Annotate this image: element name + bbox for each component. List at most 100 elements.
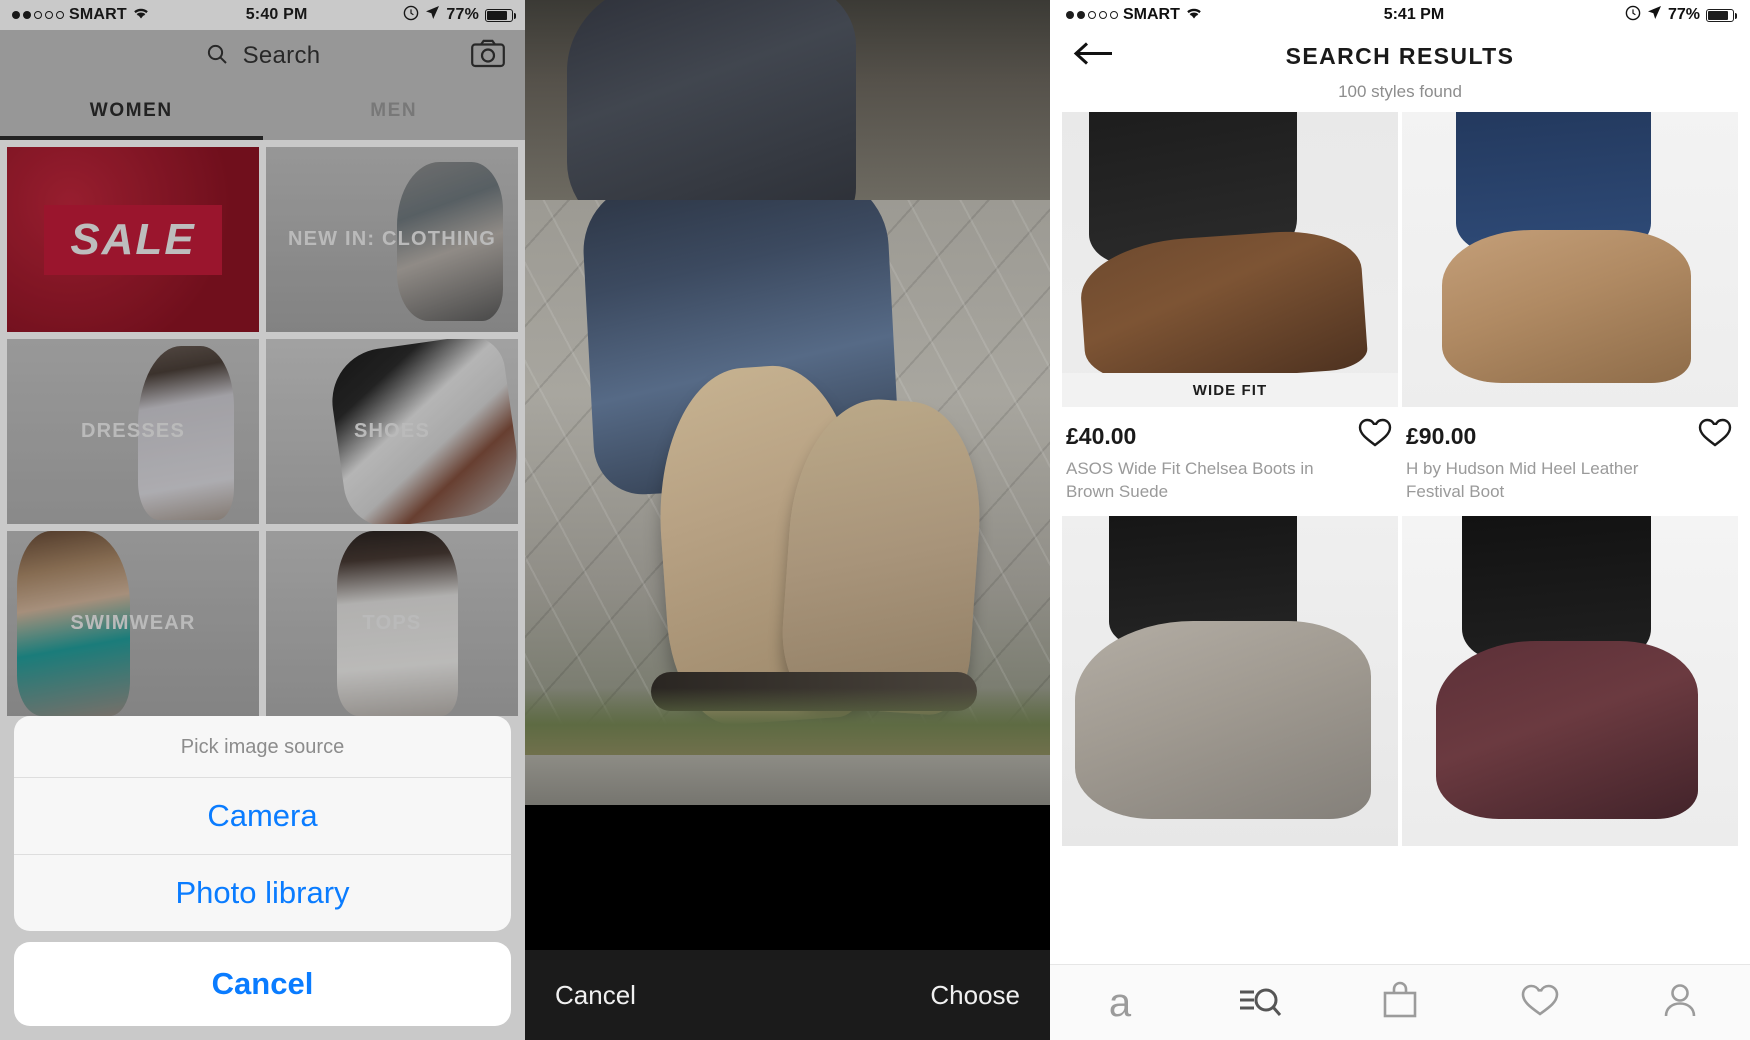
category-label: NEW IN: CLOTHING: [287, 228, 497, 250]
tab-account[interactable]: [1610, 981, 1750, 1024]
search-input[interactable]: Search: [243, 42, 321, 70]
product-price: £40.00: [1066, 423, 1137, 449]
photo-bottom-crop-area: [525, 755, 1050, 805]
product-photo: [1402, 112, 1738, 407]
product-price: £90.00: [1406, 423, 1477, 449]
results-count-label: 100 styles found: [1338, 82, 1462, 101]
tab-men-label: MEN: [370, 100, 418, 121]
heart-icon[interactable]: [1698, 417, 1732, 453]
signal-strength-icon: [12, 11, 64, 19]
status-bar: SMART 5:41 PM 77%: [1050, 0, 1750, 30]
search-icon: [205, 42, 229, 71]
product-name: ASOS Wide Fit Chelsea Boots in Brown Sue…: [1066, 459, 1314, 501]
tab-search[interactable]: [1190, 982, 1330, 1023]
tab-women-label: WOMEN: [89, 100, 173, 121]
category-tile-sale[interactable]: SALE: [7, 147, 259, 332]
product-card[interactable]: WIDE FIT £40.00 ASOS Wide Fit Chelsea Bo…: [1062, 112, 1398, 512]
gender-tabs: WOMEN MEN: [0, 82, 525, 140]
product-image[interactable]: [1402, 515, 1738, 846]
status-bar: SMART 5:40 PM 77%: [0, 0, 525, 30]
screenshot-stage: SMART 5:40 PM 77% Search WOMEN MEN SALE …: [0, 0, 1750, 1040]
product-photo: [1402, 515, 1738, 846]
tab-home[interactable]: a: [1050, 983, 1190, 1023]
category-label: DRESSES: [81, 420, 185, 442]
battery-percent-label: 77%: [446, 6, 479, 23]
search-bar-inner: Search: [205, 42, 321, 71]
product-grid: WIDE FIT £40.00 ASOS Wide Fit Chelsea Bo…: [1050, 112, 1750, 846]
product-name: H by Hudson Mid Heel Leather Festival Bo…: [1406, 459, 1639, 501]
clock: 5:41 PM: [1383, 6, 1445, 23]
product-photo: [1062, 112, 1398, 407]
bottom-tab-bar: a: [1050, 964, 1750, 1040]
action-cancel-button[interactable]: Cancel: [14, 942, 511, 1026]
location-arrow-icon: [425, 5, 440, 25]
grass-region: [525, 688, 1050, 755]
battery-icon: [1706, 8, 1737, 22]
back-arrow-icon[interactable]: [1072, 41, 1114, 72]
status-bar-right: 77%: [403, 5, 516, 26]
picker-toolbar: Cancel Choose: [525, 950, 1050, 1040]
status-bar-right: 77%: [1625, 5, 1737, 26]
product-image[interactable]: WIDE FIT: [1062, 112, 1398, 407]
location-arrow-icon: [1647, 5, 1662, 25]
tab-saved[interactable]: [1470, 982, 1610, 1023]
page-title: SEARCH RESULTS: [1285, 42, 1515, 69]
clock: 5:40 PM: [245, 6, 308, 23]
asos-home-screen: SMART 5:40 PM 77% Search WOMEN MEN SALE …: [0, 0, 525, 1040]
carrier-label: SMART: [69, 6, 127, 23]
search-results-screen: SMART 5:41 PM 77% SEARCH RESULTS 100 sty…: [1050, 0, 1750, 1040]
tab-bag[interactable]: [1330, 981, 1470, 1024]
product-image[interactable]: [1402, 112, 1738, 407]
heart-icon: [1520, 982, 1560, 1023]
category-label: SWIMWEAR: [70, 612, 196, 634]
picker-cancel-button[interactable]: Cancel: [555, 980, 636, 1011]
person-icon: [1662, 981, 1698, 1024]
product-card[interactable]: £90.00 H by Hudson Mid Heel Leather Fest…: [1402, 112, 1738, 512]
action-camera-button[interactable]: Camera: [14, 778, 511, 854]
wifi-icon: [1185, 6, 1203, 25]
asos-logo-icon: a: [1108, 980, 1132, 1025]
navigation-bar: SEARCH RESULTS: [1050, 30, 1750, 82]
battery-percent-label: 77%: [1667, 6, 1700, 23]
image-source-action-sheet: Pick image source Camera Photo library C…: [14, 716, 511, 1026]
product-info: £40.00 ASOS Wide Fit Chelsea Boots in Br…: [1062, 407, 1398, 512]
category-label: SALE: [70, 214, 196, 264]
product-image[interactable]: [1062, 515, 1398, 846]
battery-icon: [485, 8, 516, 22]
alarm-icon: [1625, 5, 1641, 26]
selected-photo[interactable]: [525, 200, 1050, 755]
photo-picker-preview-screen: Cancel Choose: [525, 0, 1050, 1040]
sale-badge: SALE: [44, 204, 222, 275]
picker-choose-button[interactable]: Choose: [930, 980, 1020, 1011]
alarm-icon: [403, 5, 419, 26]
category-grid: SALE NEW IN: CLOTHING DRESSES SHOES SWIM…: [0, 140, 525, 716]
search-bar[interactable]: Search: [0, 30, 525, 82]
product-info: £90.00 H by Hudson Mid Heel Leather Fest…: [1402, 407, 1738, 512]
tab-men[interactable]: MEN: [263, 82, 526, 140]
category-tile-swimwear[interactable]: SWIMWEAR: [7, 531, 259, 716]
carrier-label: SMART: [1123, 6, 1180, 23]
product-badge: WIDE FIT: [1062, 373, 1398, 407]
wifi-icon: [132, 6, 150, 25]
heart-icon[interactable]: [1358, 417, 1392, 453]
signal-strength-icon: [1066, 11, 1118, 19]
product-card[interactable]: [1062, 515, 1398, 846]
action-sheet-body: Pick image source Camera Photo library: [14, 716, 511, 931]
action-photo-library-button[interactable]: Photo library: [14, 855, 511, 931]
category-tile-tops[interactable]: TOPS: [266, 531, 518, 716]
product-card[interactable]: [1402, 515, 1738, 846]
shopping-bag-icon: [1382, 981, 1418, 1024]
category-tile-dresses[interactable]: DRESSES: [7, 339, 259, 524]
status-bar-left: SMART: [1066, 6, 1203, 25]
action-sheet-title: Pick image source: [180, 736, 345, 758]
category-tile-shoes[interactable]: SHOES: [266, 339, 518, 524]
product-photo: [1062, 515, 1398, 846]
photo-top-crop-area: [525, 0, 1050, 240]
category-tile-new-in-clothing[interactable]: NEW IN: CLOTHING: [266, 147, 518, 332]
search-filter-icon: [1237, 982, 1283, 1023]
category-label: TOPS: [362, 612, 422, 634]
tab-women[interactable]: WOMEN: [0, 82, 263, 140]
camera-icon[interactable]: [471, 39, 505, 73]
category-label: SHOES: [353, 420, 431, 442]
status-bar-left: SMART: [12, 6, 150, 25]
